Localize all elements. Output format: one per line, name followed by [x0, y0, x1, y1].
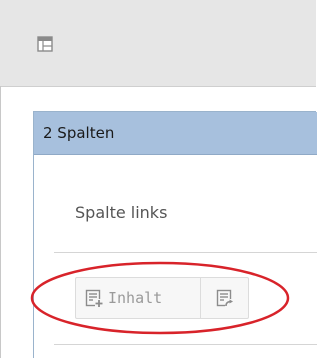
- container-title: 2 Spalten: [43, 124, 115, 142]
- layout-icon: [37, 36, 53, 52]
- column-divider-bottom: [54, 344, 317, 345]
- column-divider-top: [54, 252, 317, 253]
- page: 2 Spalten Spalte links Inhalt: [0, 0, 317, 358]
- add-content-icon: [85, 289, 103, 307]
- paste-content-icon: [216, 289, 234, 307]
- paste-content-button[interactable]: [200, 278, 248, 318]
- column-title: Spalte links: [75, 203, 168, 222]
- grid-container: 2 Spalten Spalte links: [33, 111, 317, 358]
- layout-header: [0, 0, 316, 87]
- add-content-label: Inhalt: [108, 289, 163, 307]
- content-actions: Inhalt: [75, 277, 249, 319]
- container-header[interactable]: 2 Spalten: [34, 112, 317, 155]
- add-content-button[interactable]: Inhalt: [76, 278, 200, 318]
